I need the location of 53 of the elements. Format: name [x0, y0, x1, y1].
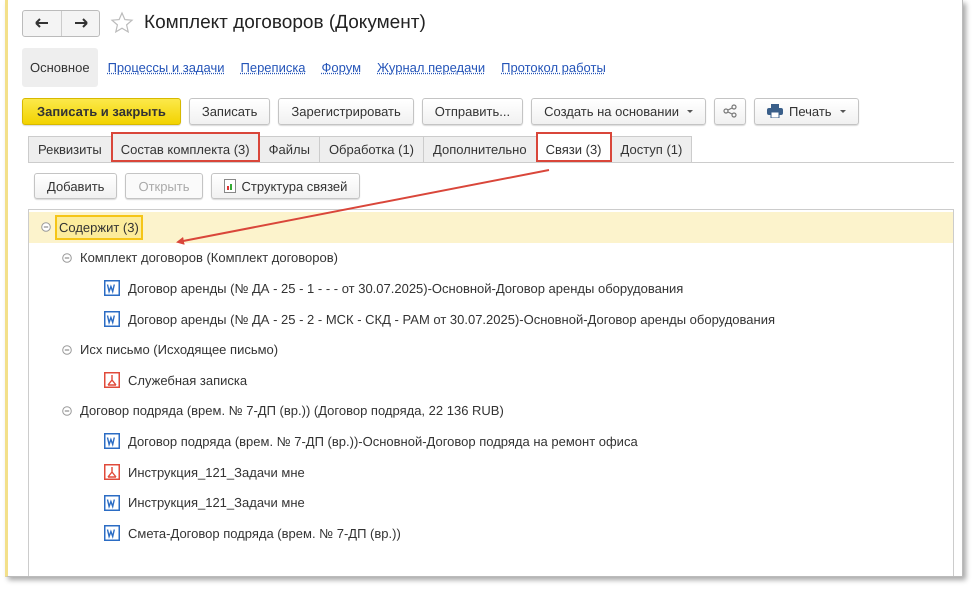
word-document-icon: [104, 280, 120, 296]
section-link[interactable]: Переписка: [234, 50, 312, 84]
caret-icon: [840, 110, 846, 112]
word-document-icon: [104, 525, 120, 542]
window-title: Комплект договоров (Документ): [144, 12, 426, 34]
tree-group[interactable]: Содержит (3): [55, 214, 143, 240]
forward-arrow-icon: [74, 18, 88, 28]
print-button[interactable]: Печать: [754, 98, 859, 124]
caret-icon: [686, 110, 693, 112]
tab[interactable]: Обработка (1): [318, 136, 424, 162]
section-link[interactable]: Основное: [22, 48, 98, 86]
file-item[interactable]: Инструкция_121_Задачи мне: [128, 495, 305, 510]
file-item[interactable]: Договор подряда (врем. № 7-ДП (вр.))-Основной-Договор подряда на ремонт офиса: [128, 434, 638, 449]
file-item[interactable]: Служебная записка: [128, 372, 248, 388]
tab[interactable]: Состав комплекта (3): [110, 132, 260, 162]
pdf-document-icon: [104, 372, 120, 388]
section-link[interactable]: Процессы и задачи: [102, 50, 230, 84]
word-document-icon: [104, 494, 120, 511]
chart-icon: [224, 179, 236, 193]
word-document-icon: [104, 311, 120, 328]
back-arrow-icon: [35, 18, 49, 28]
collapse-icon[interactable]: [62, 344, 72, 355]
tree-group[interactable]: Договор подряда (врем. № 7-ДП (вр.)) (Договор подряда, 22 136 RUB): [80, 403, 504, 418]
file-item[interactable]: Смета-Договор подряда (врем. № 7-ДП (вр.)): [128, 526, 401, 541]
pdf-document-icon: [104, 464, 120, 480]
tab[interactable]: Дополнительно: [423, 136, 537, 162]
share-button[interactable]: [714, 98, 746, 124]
toolbar-button[interactable]: Записать: [188, 98, 270, 124]
star-icon[interactable]: [110, 11, 134, 35]
toolbar-button[interactable]: Зарегистрировать: [278, 98, 414, 124]
file-item[interactable]: Договор аренды (№ ДА - 25 - 1 - - - от 30.07.2025)-Основной-Договор аренды оборудования: [128, 280, 684, 296]
create-based-on-button[interactable]: Создать на основании: [531, 98, 706, 124]
share-icon: [722, 104, 737, 118]
tab[interactable]: Доступ (1): [610, 136, 692, 162]
tab[interactable]: Реквизиты: [28, 136, 112, 162]
tree-group[interactable]: Комплект договоров (Комплект договоров): [80, 250, 338, 266]
toolbar-button[interactable]: Отправить...: [422, 98, 524, 124]
file-item[interactable]: Инструкция_121_Задачи мне: [128, 464, 305, 480]
word-document-icon: [104, 433, 120, 450]
save-close-button[interactable]: Записать и закрыть: [22, 98, 181, 124]
tab[interactable]: Файлы: [258, 136, 320, 162]
section-link[interactable]: Журнал передачи: [371, 50, 492, 84]
toolbar-button[interactable]: Добавить: [34, 173, 118, 199]
link-structure-button[interactable]: Структура связей: [210, 173, 360, 199]
section-link[interactable]: Форум: [316, 50, 368, 84]
section-link[interactable]: Протокол работы: [495, 50, 612, 84]
file-item[interactable]: Договор аренды (№ ДА - 25 - 2 - МСК - СКД - РАМ от 30.07.2025)-Основной-Договор аренды оборудования: [128, 312, 776, 327]
tree-group[interactable]: Исх письмо (Исходящее письмо): [80, 342, 278, 358]
collapse-icon[interactable]: [62, 252, 72, 263]
printer-icon: [766, 104, 783, 118]
tab[interactable]: Связи (3): [536, 132, 612, 162]
collapse-icon[interactable]: [41, 222, 51, 232]
collapse-icon[interactable]: [62, 406, 72, 416]
